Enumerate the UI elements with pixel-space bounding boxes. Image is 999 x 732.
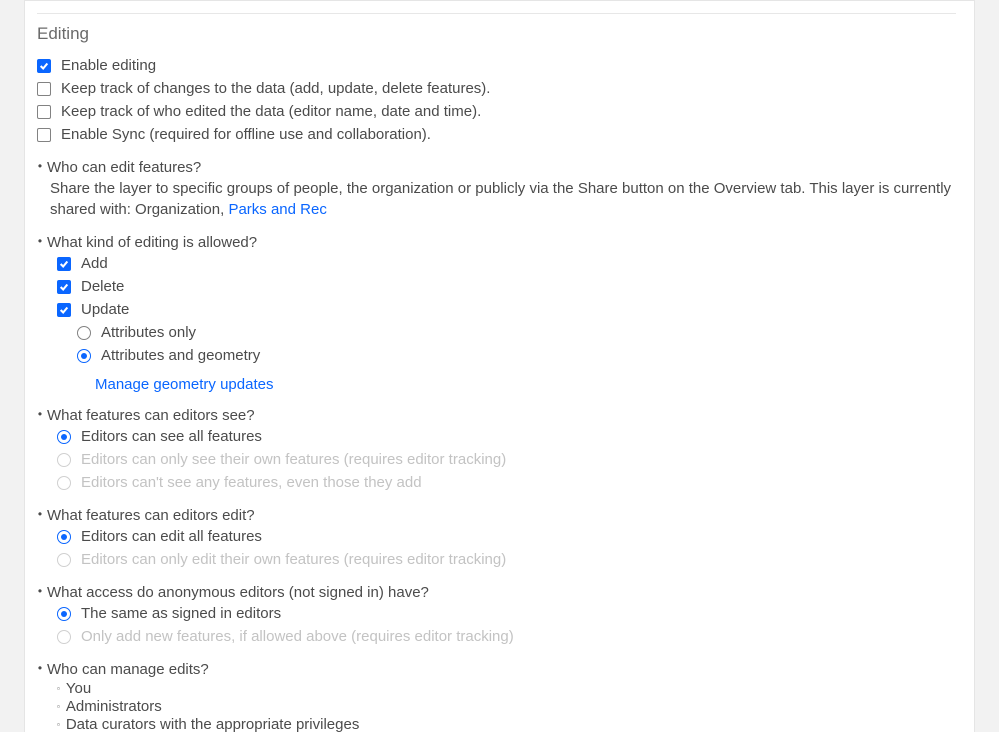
check-icon [59, 305, 69, 315]
manage-edits-item-text: Administrators [66, 698, 162, 715]
anon-access-q-text: What access do anonymous editors (not si… [47, 584, 429, 601]
editing-delete-row: Delete [57, 277, 956, 297]
bullet-icon: ▫ [57, 720, 60, 729]
bullet-icon: • [37, 507, 43, 521]
see-none-row: Editors can't see any features, even tho… [57, 473, 956, 493]
enable-sync-row: Enable Sync (required for offline use an… [37, 125, 956, 145]
track-who-row: Keep track of who edited the data (edito… [37, 102, 956, 122]
enable-sync-checkbox[interactable] [37, 128, 51, 142]
check-icon [39, 61, 49, 71]
update-attr-geom-radio[interactable] [77, 349, 91, 363]
edit-all-row: Editors can edit all features [57, 527, 956, 547]
who-can-edit-text: Share the layer to specific groups of pe… [50, 178, 956, 220]
editing-add-label: Add [81, 254, 108, 274]
enable-editing-label: Enable editing [61, 56, 156, 76]
manage-edits-item-text: You [66, 680, 91, 697]
track-who-checkbox[interactable] [37, 105, 51, 119]
bullet-icon: • [37, 661, 43, 675]
update-attr-geom-row: Attributes and geometry [77, 346, 956, 366]
bullet-icon: • [37, 407, 43, 421]
check-icon [59, 259, 69, 269]
anon-same-row: The same as signed in editors [57, 604, 956, 624]
editing-update-checkbox[interactable] [57, 303, 71, 317]
editing-add-row: Add [57, 254, 956, 274]
features-see-q-text: What features can editors see? [47, 407, 255, 424]
track-changes-label: Keep track of changes to the data (add, … [61, 79, 490, 99]
manage-geometry-updates-link[interactable]: Manage geometry updates [95, 376, 956, 393]
update-attr-only-row: Attributes only [77, 323, 956, 343]
parks-and-rec-link[interactable]: Parks and Rec [228, 201, 326, 218]
track-who-label: Keep track of who edited the data (edito… [61, 102, 481, 122]
top-divider [37, 13, 956, 14]
enable-editing-checkbox[interactable] [37, 59, 51, 73]
editing-add-checkbox[interactable] [57, 257, 71, 271]
who-can-edit-q-text: Who can edit features? [47, 159, 201, 176]
edit-own-row: Editors can only edit their own features… [57, 550, 956, 570]
track-changes-checkbox[interactable] [37, 82, 51, 96]
anon-add-only-radio [57, 630, 71, 644]
features-edit-q-text: What features can editors edit? [47, 507, 255, 524]
edit-all-radio[interactable] [57, 530, 71, 544]
manage-edits-item-text: Data curators with the appropriate privi… [66, 716, 359, 732]
enable-sync-label: Enable Sync (required for offline use an… [61, 125, 431, 145]
anon-same-radio[interactable] [57, 607, 71, 621]
see-own-row: Editors can only see their own features … [57, 450, 956, 470]
manage-edits-list: ▫ You ▫ Administrators ▫ Data curators with… [57, 680, 956, 732]
section-title: Editing [37, 24, 956, 44]
update-attr-geom-label: Attributes and geometry [101, 346, 260, 366]
editing-settings-panel: { "section_title": "Editing", "checkboxe… [24, 0, 975, 732]
update-attr-only-radio[interactable] [77, 326, 91, 340]
see-all-label: Editors can see all features [81, 427, 262, 447]
enable-editing-row: Enable editing [37, 56, 956, 76]
features-edit-question: • What features can editors edit? [37, 507, 956, 524]
track-changes-row: Keep track of changes to the data (add, … [37, 79, 956, 99]
see-all-radio[interactable] [57, 430, 71, 444]
see-own-label: Editors can only see their own features … [81, 450, 506, 470]
editing-update-label: Update [81, 300, 129, 320]
see-all-row: Editors can see all features [57, 427, 956, 447]
bullet-icon: • [37, 234, 43, 248]
anon-access-question: • What access do anonymous editors (not s… [37, 584, 956, 601]
editing-delete-label: Delete [81, 277, 124, 297]
manage-edits-question: • Who can manage edits? [37, 661, 956, 678]
edit-all-label: Editors can edit all features [81, 527, 262, 547]
anon-add-only-row: Only add new features, if allowed above … [57, 627, 956, 647]
bullet-icon: ▫ [57, 702, 60, 711]
see-none-label: Editors can't see any features, even tho… [81, 473, 422, 493]
features-see-question: • What features can editors see? [37, 407, 956, 424]
manage-edits-item: ▫ Data curators with the appropriate priv… [57, 716, 956, 732]
anon-same-label: The same as signed in editors [81, 604, 281, 624]
editing-delete-checkbox[interactable] [57, 280, 71, 294]
bullet-icon: • [37, 584, 43, 598]
edit-own-radio [57, 553, 71, 567]
who-can-edit-question: • Who can edit features? [37, 159, 956, 176]
editing-kind-question: • What kind of editing is allowed? [37, 234, 956, 251]
see-none-radio [57, 476, 71, 490]
check-icon [59, 282, 69, 292]
edit-own-label: Editors can only edit their own features… [81, 550, 506, 570]
editing-update-row: Update [57, 300, 956, 320]
manage-edits-q-text: Who can manage edits? [47, 661, 209, 678]
update-attr-only-label: Attributes only [101, 323, 196, 343]
manage-edits-item: ▫ Administrators [57, 698, 956, 715]
who-can-edit-pre: Share the layer to specific groups of pe… [50, 180, 951, 218]
bullet-icon: ▫ [57, 684, 60, 693]
see-own-radio [57, 453, 71, 467]
bullet-icon: • [37, 159, 43, 173]
editing-kind-q-text: What kind of editing is allowed? [47, 234, 257, 251]
anon-add-only-label: Only add new features, if allowed above … [81, 627, 514, 647]
manage-edits-item: ▫ You [57, 680, 956, 697]
